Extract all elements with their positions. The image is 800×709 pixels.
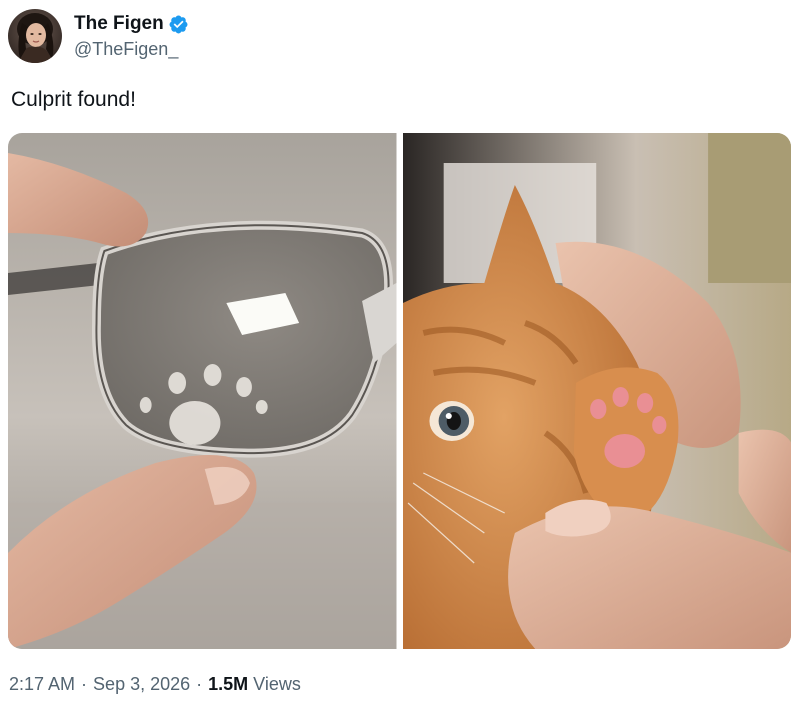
author-handle[interactable]: @TheFigen_ xyxy=(74,39,189,60)
tweet-date[interactable]: Sep 3, 2026 xyxy=(93,674,190,695)
meta-separator: · xyxy=(196,674,203,694)
tweet-text: Culprit found! xyxy=(11,88,136,111)
avatar-image xyxy=(8,9,62,63)
tweet-header: The Figen @TheFigen_ xyxy=(8,8,189,64)
photo-glasses-paw-print[interactable] xyxy=(8,133,397,649)
avatar[interactable] xyxy=(8,9,62,63)
tweet-meta: 2:17 AM · Sep 3, 2026 · 1.5M Views xyxy=(9,674,301,695)
photo-kitten-paw[interactable] xyxy=(402,133,791,649)
tweet-time[interactable]: 2:17 AM xyxy=(9,674,75,695)
display-name[interactable]: The Figen xyxy=(74,13,164,35)
verified-badge-icon[interactable] xyxy=(168,14,189,35)
media-grid xyxy=(8,133,791,649)
photo-kitten-image xyxy=(402,133,791,649)
author-names: The Figen @TheFigen_ xyxy=(74,12,189,60)
meta-separator: · xyxy=(81,674,88,694)
display-name-row: The Figen xyxy=(74,12,189,36)
views-count: 1.5M xyxy=(208,674,249,694)
views-label: Views xyxy=(253,674,301,694)
photo-glasses-image xyxy=(8,133,397,649)
